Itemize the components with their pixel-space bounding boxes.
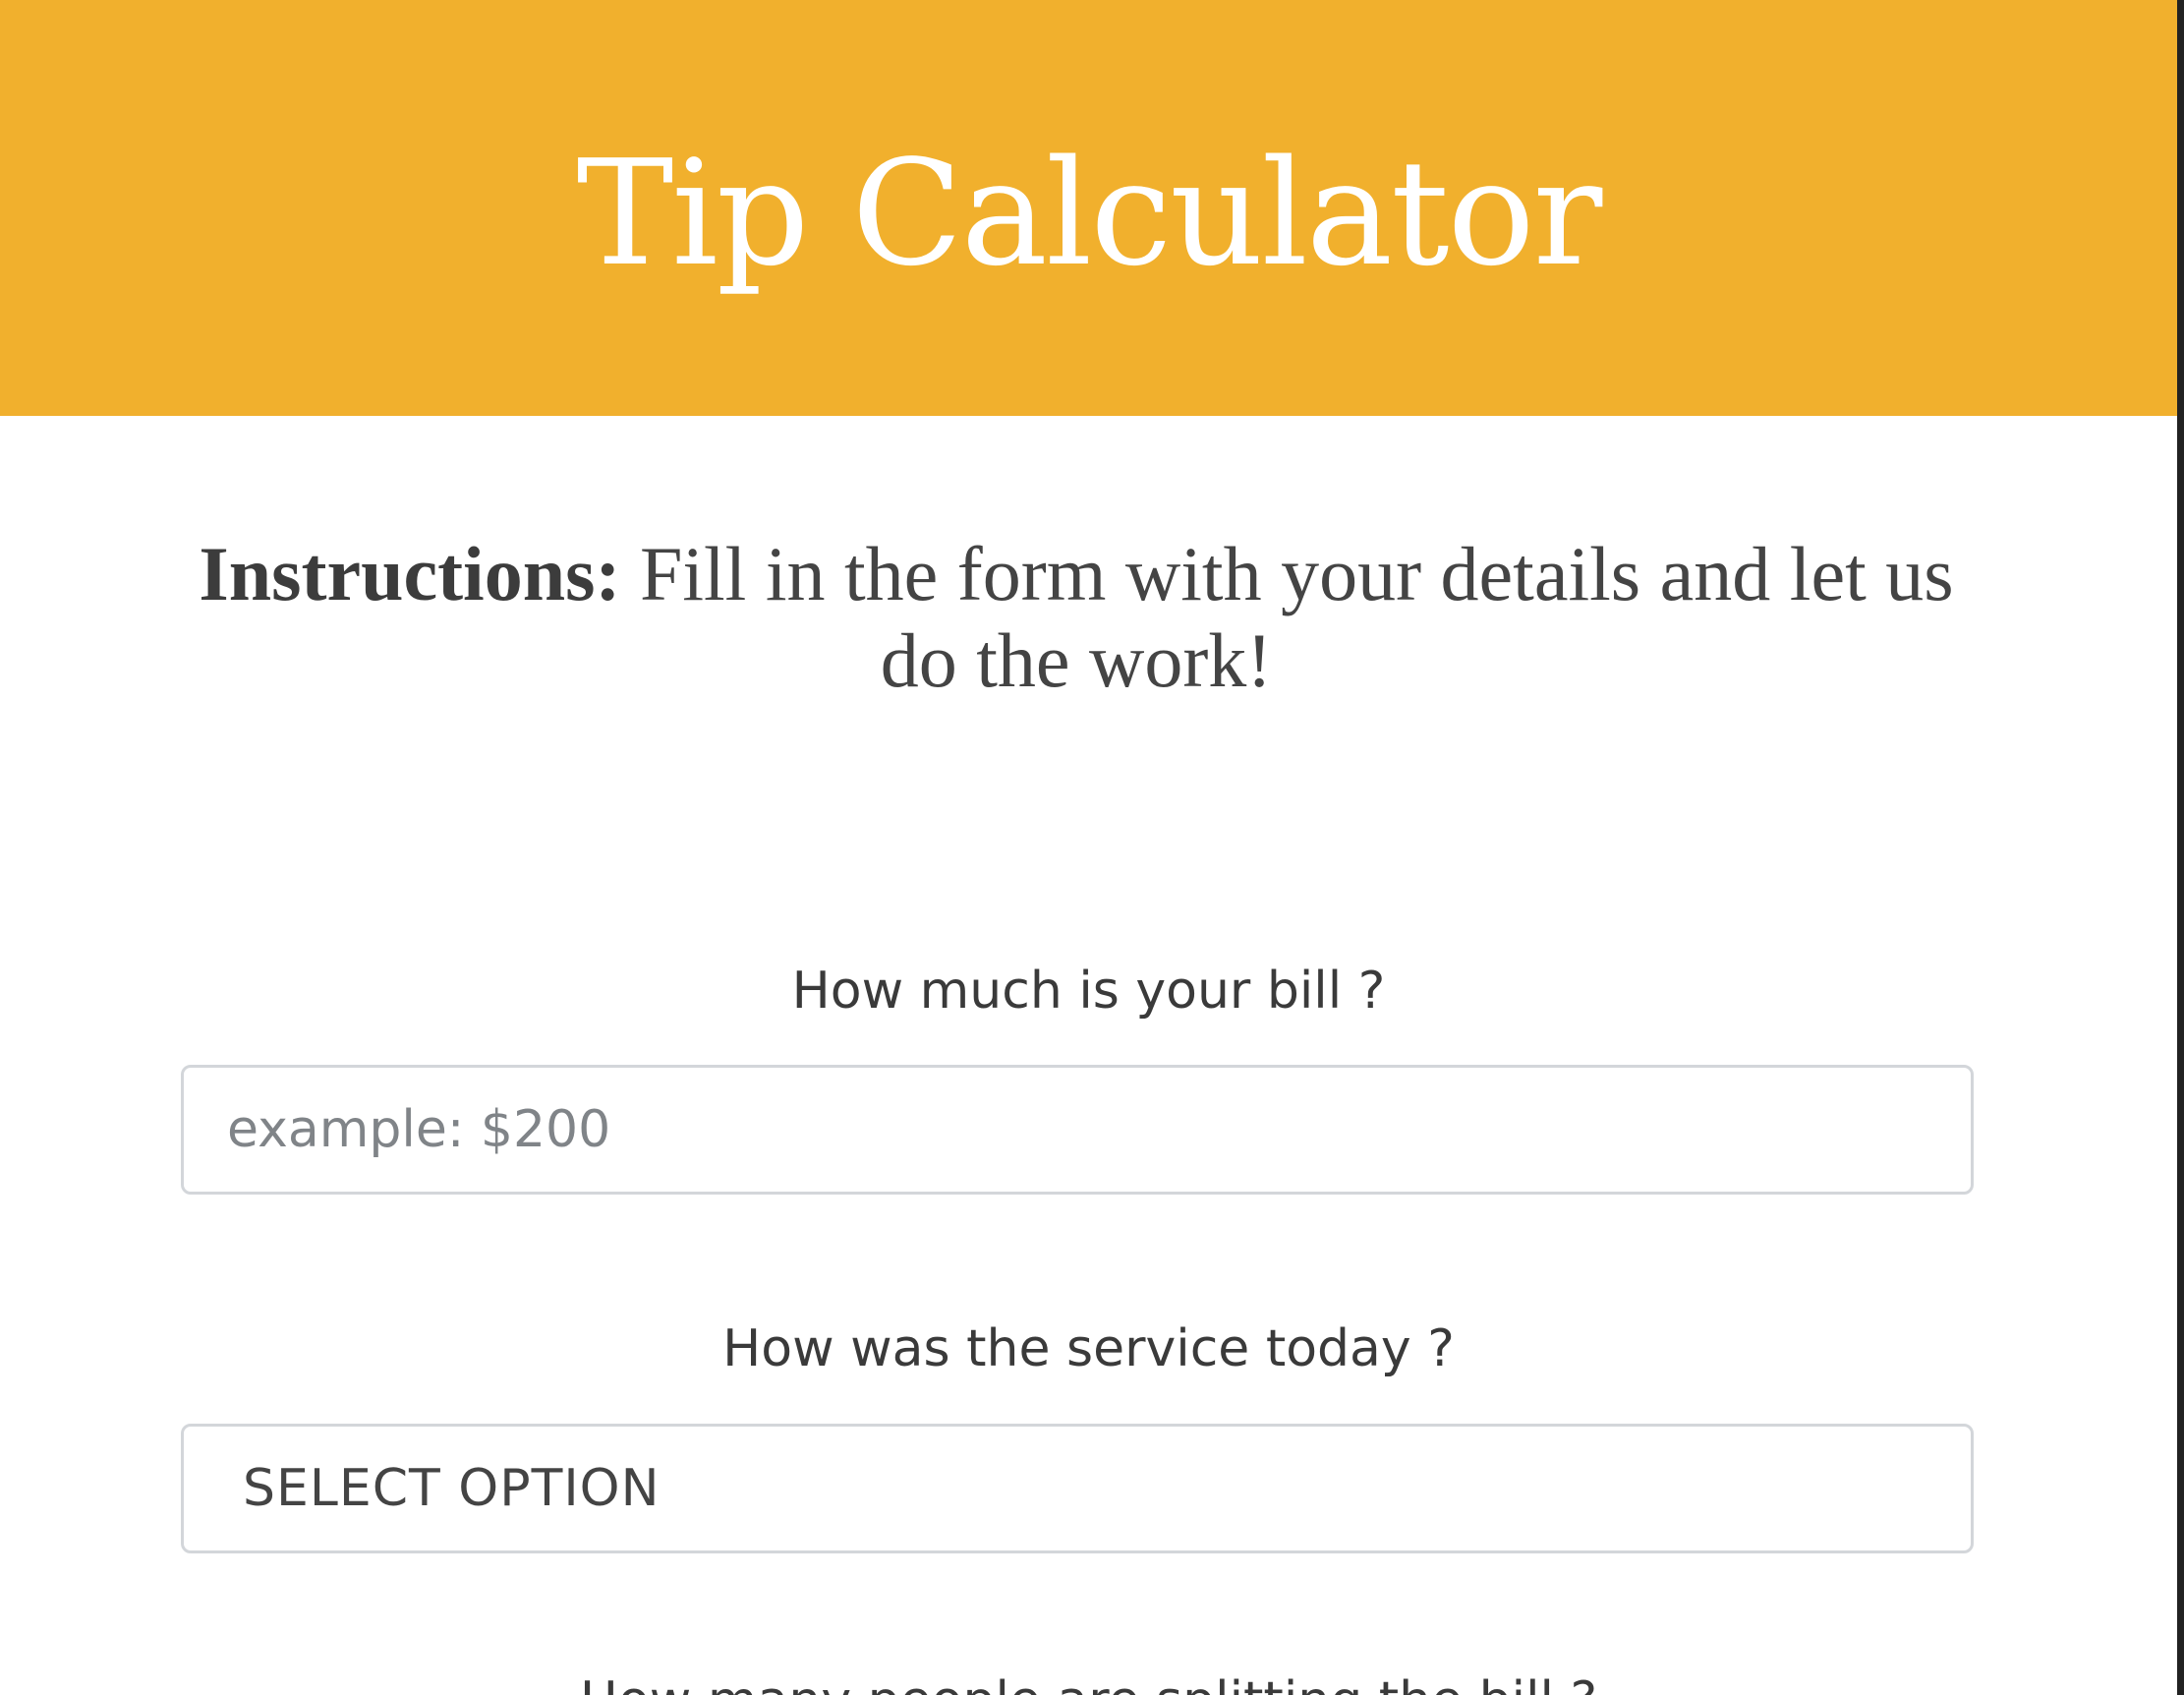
service-select-value: SELECT OPTION: [243, 1459, 661, 1518]
bill-input[interactable]: [184, 1068, 1971, 1192]
bill-input-wrapper: [181, 1065, 1974, 1195]
service-select[interactable]: SELECT OPTION: [181, 1424, 1974, 1553]
instructions: Instructions: Fill in the form with your…: [157, 531, 1995, 704]
service-label: How was the service today ?: [722, 1319, 1455, 1378]
instructions-label: Instructions:: [199, 531, 621, 616]
tip-calculator-page: Tip Calculator Instructions: Fill in the…: [0, 0, 2184, 1695]
split-label: How many people are splitting the bill ?: [0, 1671, 2177, 1695]
instructions-text: Fill in the form with your details and l…: [639, 531, 1954, 703]
header-banner: Tip Calculator: [0, 0, 2177, 416]
window-edge: [2177, 0, 2184, 1695]
bill-label: How much is your bill ?: [791, 962, 1386, 1021]
page-title: Tip Calculator: [576, 128, 1603, 298]
